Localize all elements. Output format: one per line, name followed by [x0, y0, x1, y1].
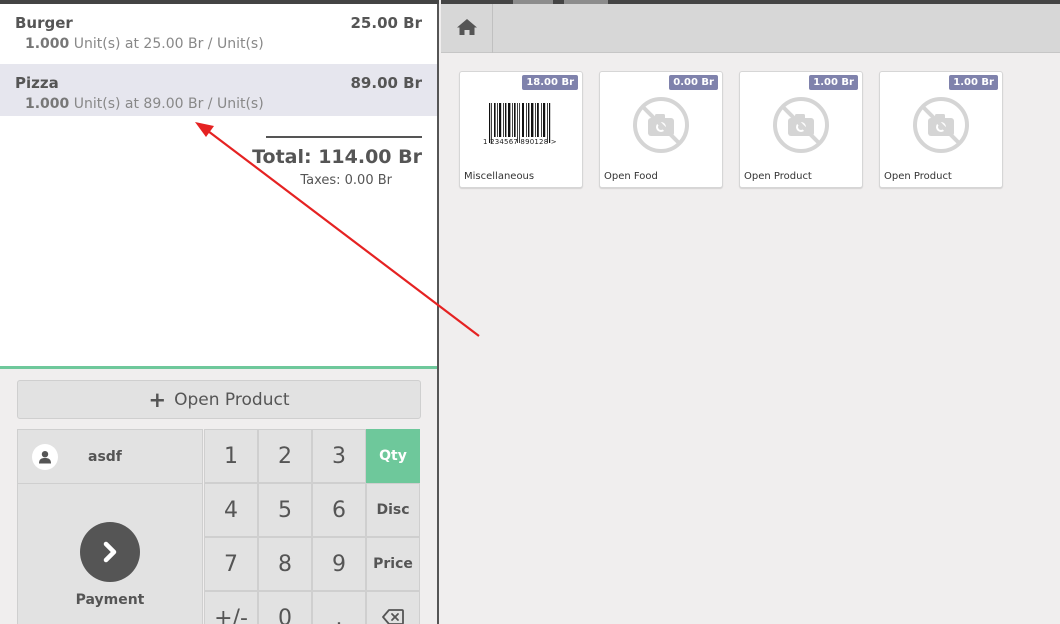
- order-pane: Burger 25.00 Br 1.000 Unit(s) at 25.00 B…: [0, 0, 439, 624]
- product-price: 1.00 Br: [949, 75, 998, 90]
- product-card[interactable]: 1.00 Br Open Product: [739, 71, 863, 188]
- customer-name: asdf: [88, 448, 122, 465]
- backspace-icon: [382, 606, 404, 624]
- mode-price-button[interactable]: Price: [366, 537, 420, 591]
- numpad-key-4[interactable]: 4: [204, 483, 258, 537]
- numpad-key-9[interactable]: 9: [312, 537, 366, 591]
- numpad-key-7[interactable]: 7: [204, 537, 258, 591]
- no-photo-icon: [740, 90, 862, 160]
- product-price: 0.00 Br: [669, 75, 718, 90]
- orderline-info: 1.000 Unit(s) at 25.00 Br / Unit(s): [25, 36, 264, 52]
- orderline-unit-info: Unit(s) at 25.00 Br / Unit(s): [73, 36, 264, 52]
- product-name: Open Product: [884, 171, 952, 182]
- open-product-label: Open Product: [174, 389, 290, 410]
- mode-qty-button[interactable]: Qty: [366, 429, 420, 483]
- order-taxes: Taxes: 0.00 Br: [300, 173, 392, 188]
- product-card[interactable]: 0.00 Br Open Food: [599, 71, 723, 188]
- numpad-key-3[interactable]: 3: [312, 429, 366, 483]
- open-product-button[interactable]: + Open Product: [17, 380, 421, 419]
- numpad-key-plus-minus[interactable]: +/-: [204, 591, 258, 624]
- orderline-pizza[interactable]: Pizza 89.00 Br 1.000 Unit(s) at 89.00 Br…: [0, 64, 437, 116]
- plus-icon: +: [148, 387, 167, 412]
- barcode-number: 1 234567 890128 >: [483, 138, 557, 146]
- numpad-key-8[interactable]: 8: [258, 537, 312, 591]
- orderline-qty: 1.000: [25, 36, 70, 52]
- orderline-unit-info: Unit(s) at 89.00 Br / Unit(s): [73, 96, 264, 112]
- mode-disc-button[interactable]: Disc: [366, 483, 420, 537]
- control-pad: + Open Product asdf Payment 1 2 3 Qty 4 …: [0, 366, 437, 624]
- numpad-key-5[interactable]: 5: [258, 483, 312, 537]
- chevron-right-icon: [80, 522, 140, 582]
- order-total: Total: 114.00 Br: [252, 146, 422, 168]
- numpad-key-0[interactable]: 0: [258, 591, 312, 624]
- product-price: 1.00 Br: [809, 75, 858, 90]
- orderline-qty: 1.000: [25, 96, 70, 112]
- barcode-image: 1 234567 890128 >: [460, 90, 582, 160]
- product-price: 18.00 Br: [522, 75, 578, 90]
- numpad-key-1[interactable]: 1: [204, 429, 258, 483]
- payment-label: Payment: [75, 592, 145, 608]
- no-photo-icon: [880, 90, 1002, 160]
- breadcrumb-bar: [441, 4, 1060, 53]
- product-name: Open Food: [604, 171, 658, 182]
- product-name: Miscellaneous: [464, 171, 535, 182]
- order-list: Burger 25.00 Br 1.000 Unit(s) at 25.00 B…: [0, 4, 437, 366]
- numpad-key-6[interactable]: 6: [312, 483, 366, 537]
- product-screen: 18.00 Br 1 234567 890128 > Miscellaneous…: [441, 0, 1060, 624]
- orderline-price: 25.00 Br: [350, 14, 423, 32]
- product-card[interactable]: 1.00 Br Open Product: [879, 71, 1003, 188]
- product-card[interactable]: 18.00 Br 1 234567 890128 > Miscellaneous: [459, 71, 583, 188]
- orderline-name: Pizza: [15, 74, 59, 92]
- orderline-burger[interactable]: Burger 25.00 Br 1.000 Unit(s) at 25.00 B…: [0, 4, 437, 56]
- numpad-key-decimal[interactable]: .: [312, 591, 366, 624]
- product-name: Open Product: [744, 171, 812, 182]
- numpad-key-2[interactable]: 2: [258, 429, 312, 483]
- no-photo-icon: [600, 90, 722, 160]
- summary-divider: [266, 136, 422, 138]
- home-button[interactable]: [441, 4, 493, 53]
- home-icon: [456, 18, 478, 40]
- user-icon: [32, 443, 58, 470]
- orderline-name: Burger: [15, 14, 73, 32]
- customer-button[interactable]: asdf: [17, 429, 203, 484]
- payment-button[interactable]: Payment: [17, 483, 203, 624]
- orderline-price: 89.00 Br: [350, 74, 423, 92]
- orderline-info: 1.000 Unit(s) at 89.00 Br / Unit(s): [25, 96, 264, 112]
- backspace-button[interactable]: [366, 591, 420, 624]
